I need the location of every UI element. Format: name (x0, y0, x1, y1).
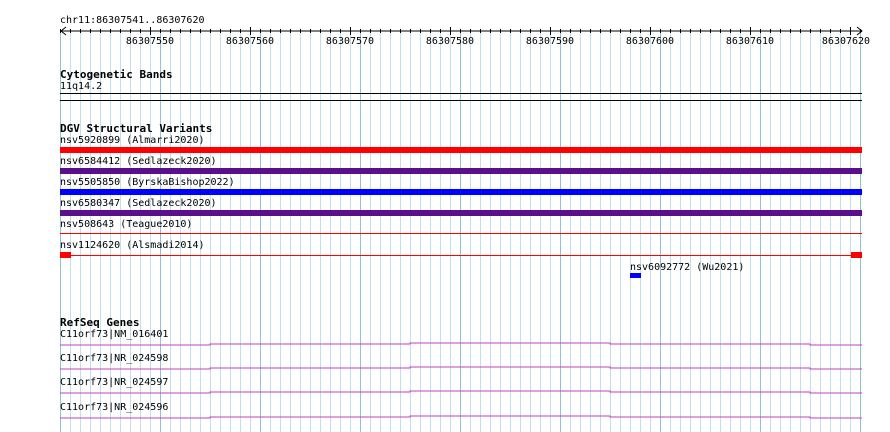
genome-browser: chr11:86307541..86307620 86307550 863075… (0, 0, 890, 432)
dgv-feature-bar[interactable] (60, 189, 862, 195)
dgv-feature-label[interactable]: nsv5920899 (Almarri2020) (60, 135, 205, 147)
dgv-feature-bar[interactable] (60, 210, 862, 216)
dgv-feature-bar[interactable] (60, 233, 862, 234)
cytoband-band-top (60, 93, 862, 94)
gene-transcript[interactable] (60, 412, 862, 420)
gene-transcript[interactable] (60, 387, 862, 395)
dgv-feature-label[interactable]: nsv1124620 (Alsmadi2014) (60, 240, 205, 252)
ruler-tick-label: 86307620 (821, 36, 871, 47)
ruler-tick-label: 86307560 (225, 36, 275, 47)
gene-transcript[interactable] (60, 363, 862, 371)
ruler-tick-label: 86307570 (325, 36, 375, 47)
dgv-feature-bar[interactable] (60, 147, 862, 153)
cytoband-label[interactable]: 11q14.2 (60, 81, 102, 93)
dgv-feature-label[interactable]: nsv6580347 (Sedlazeck2020) (60, 198, 217, 210)
ruler-tick-label: 86307590 (525, 36, 575, 47)
gene-intron-line (60, 390, 862, 394)
dgv-feature-label[interactable]: nsv6092772 (Wu2021) (630, 262, 744, 274)
dgv-feature-end-left[interactable] (60, 252, 71, 258)
cytoband-band-bottom (60, 100, 862, 101)
gene-intron-line (60, 415, 862, 419)
track-title-refseq[interactable]: RefSeq Genes (60, 316, 139, 329)
gene-transcript[interactable] (60, 339, 862, 347)
dgv-feature-label[interactable]: nsv508643 (Teague2010) (60, 219, 192, 231)
dgv-feature-line[interactable] (60, 255, 862, 256)
dgv-feature-label[interactable]: nsv5505850 (ByrskaBishop2022) (60, 177, 235, 189)
ruler-tick-label: 86307610 (725, 36, 775, 47)
ruler-tick-label: 86307580 (425, 36, 475, 47)
gene-intron-line (60, 366, 862, 370)
ruler-tick-label: 86307550 (125, 36, 175, 47)
dgv-feature-label[interactable]: nsv6584412 (Sedlazeck2020) (60, 156, 217, 168)
dgv-feature-bar[interactable] (630, 273, 641, 278)
dgv-feature-end-right[interactable] (851, 252, 862, 258)
dgv-feature-bar[interactable] (60, 168, 862, 174)
ruler-tick-label: 86307600 (625, 36, 675, 47)
track-title-cytoband[interactable]: Cytogenetic Bands (60, 68, 173, 81)
track-title-dgv[interactable]: DGV Structural Variants (60, 122, 212, 135)
gene-intron-line (60, 342, 862, 346)
